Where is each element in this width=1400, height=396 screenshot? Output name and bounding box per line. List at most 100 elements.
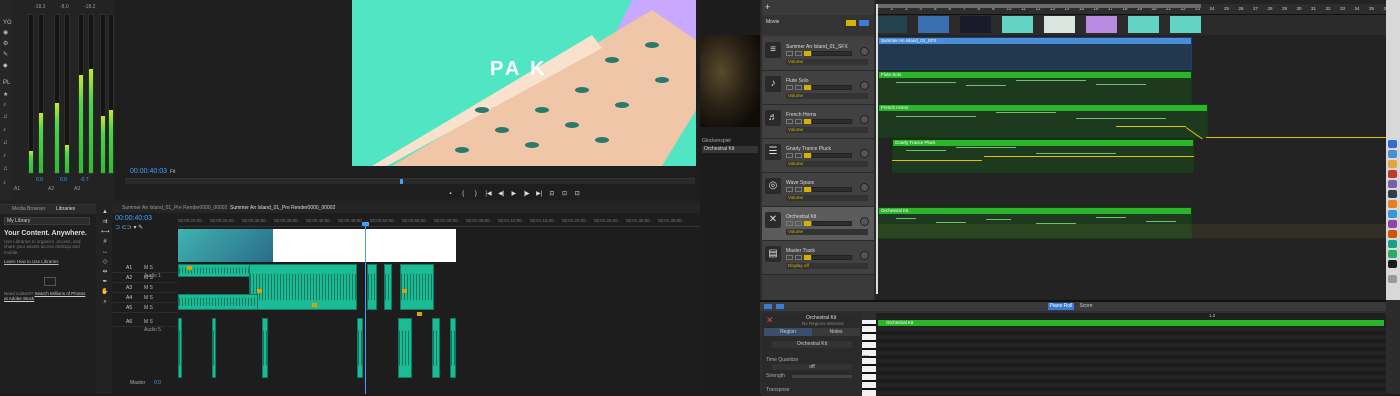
automation-select[interactable]: Volume: [786, 127, 868, 133]
mute-button[interactable]: [786, 221, 793, 226]
mute-button[interactable]: [786, 153, 793, 158]
audio-track-header[interactable]: A5 M S: [112, 304, 178, 313]
track-select-icon[interactable]: ⇉: [101, 218, 109, 226]
add-marker-icon[interactable]: ▾: [133, 225, 136, 231]
midi-note[interactable]: [1096, 217, 1126, 218]
volume-fader[interactable]: [812, 119, 852, 124]
midi-note[interactable]: [966, 85, 1006, 86]
region-horns[interactable]: French Horns: [878, 104, 1208, 138]
audio-clip[interactable]: [432, 318, 440, 378]
automation-select[interactable]: Volume: [786, 93, 868, 99]
go-to-in-button[interactable]: |◀: [484, 190, 493, 197]
audio-track-header[interactable]: A2 M S: [112, 274, 178, 283]
logic-track-header[interactable]: ♪ Flute Solo Volume: [762, 71, 874, 105]
mute-solo-buttons[interactable]: M S: [144, 275, 153, 281]
library-item-selected[interactable]: Orchestral Kit: [702, 146, 758, 153]
dock-app-icon[interactable]: [1388, 200, 1397, 208]
pan-knob[interactable]: [860, 47, 869, 56]
movie-menu-icon[interactable]: [859, 20, 869, 26]
mark-out-button[interactable]: }: [471, 191, 480, 197]
audio-track-header[interactable]: A6 M S Audio 5: [112, 318, 178, 333]
pen-icon[interactable]: ✒: [101, 278, 109, 286]
strength-slider[interactable]: [792, 375, 852, 378]
slip-icon[interactable]: ⇹: [101, 268, 109, 276]
automation-select[interactable]: Display off: [786, 263, 868, 269]
audio-clip[interactable]: [249, 264, 357, 310]
logic-track-header[interactable]: ◎ Wave Space Volume: [762, 173, 874, 207]
volume-fader[interactable]: [812, 85, 852, 90]
audio-clip[interactable]: [178, 294, 258, 310]
mute-button[interactable]: [786, 85, 793, 90]
midi-note[interactable]: [1076, 118, 1166, 119]
audio-clip[interactable]: [212, 318, 216, 378]
read-button[interactable]: [804, 119, 811, 124]
settings-icon[interactable]: ⚙: [3, 41, 9, 47]
audio-clip[interactable]: [178, 318, 182, 378]
program-scrub-bar[interactable]: [125, 178, 695, 184]
mute-solo-buttons[interactable]: M S: [144, 319, 153, 325]
audio-track-header[interactable]: A1 M S Audio 1: [112, 264, 178, 279]
marker-button[interactable]: ▪: [446, 191, 455, 197]
mute-solo-buttons[interactable]: M S: [144, 295, 153, 301]
go-to-out-button[interactable]: ▶|: [535, 190, 544, 197]
step-forward-button[interactable]: |▶: [522, 190, 531, 197]
solo-button[interactable]: [795, 255, 802, 260]
automation-line[interactable]: [892, 160, 982, 161]
video-clip-thumbnail[interactable]: [178, 229, 273, 262]
pan-knob[interactable]: [860, 183, 869, 192]
tab-notes[interactable]: Notes: [812, 328, 860, 336]
marker-icon[interactable]: ◆: [3, 63, 9, 69]
timeline-playhead-handle[interactable]: [362, 222, 369, 226]
volume-fader[interactable]: [812, 153, 852, 158]
audio-clip[interactable]: [398, 318, 412, 378]
music-note-icon[interactable]: ♪: [3, 127, 9, 133]
dock-app-icon[interactable]: [1388, 180, 1397, 188]
dock-app-icon[interactable]: [1388, 160, 1397, 168]
tab-media-browser[interactable]: Media Browser: [12, 206, 45, 212]
timeline-playhead-line[interactable]: [365, 223, 366, 394]
mute-button[interactable]: [786, 119, 793, 124]
tool-icon[interactable]: ✎: [3, 52, 9, 58]
audio-clip[interactable]: [262, 318, 268, 378]
music-note-icon[interactable]: ♫: [3, 114, 9, 120]
volume-fader[interactable]: [812, 221, 852, 226]
step-back-button[interactable]: ◀|: [497, 190, 506, 197]
rate-stretch-icon[interactable]: ↔: [101, 248, 109, 256]
midi-note[interactable]: [936, 222, 966, 223]
tab-score[interactable]: Score: [1076, 303, 1096, 310]
read-button[interactable]: [804, 85, 811, 90]
timeline-tab-active[interactable]: Summer An Island_01_Pre Render0000_00002: [230, 205, 335, 211]
arrange-playhead[interactable]: [876, 4, 878, 294]
music-note-icon[interactable]: ♫: [3, 166, 9, 172]
extract-button[interactable]: ⊡: [560, 190, 569, 197]
pan-knob[interactable]: [860, 149, 869, 158]
learn-libraries-link[interactable]: Learn How to Use Libraries: [4, 259, 59, 264]
read-button[interactable]: [804, 153, 811, 158]
solo-button[interactable]: [795, 187, 802, 192]
dock-app-icon[interactable]: [1388, 190, 1397, 198]
music-note-icon[interactable]: ♫: [3, 140, 9, 146]
snap-icon[interactable]: ⊐: [115, 225, 120, 231]
logic-track-header[interactable]: ✕ Orchestral Kit Volume: [762, 207, 874, 241]
music-note-icon[interactable]: ♪: [3, 180, 9, 186]
midi-note[interactable]: [986, 219, 1011, 220]
solo-button[interactable]: [795, 221, 802, 226]
dock-app-icon[interactable]: [1388, 230, 1397, 238]
play-button[interactable]: ▶: [509, 190, 518, 197]
ripple-edit-icon[interactable]: ⟷: [101, 228, 110, 236]
piano-roll-grid[interactable]: 1.2 Orchestral Kit: [876, 313, 1386, 396]
logic-track-header[interactable]: ♬ French Horns Volume: [762, 105, 874, 139]
volume-fader[interactable]: [812, 187, 852, 192]
audio-clip[interactable]: [384, 264, 392, 310]
read-button[interactable]: [804, 255, 811, 260]
solo-button[interactable]: [795, 85, 802, 90]
automation-line[interactable]: [984, 156, 1194, 157]
pan-knob[interactable]: [860, 251, 869, 260]
read-button[interactable]: [804, 51, 811, 56]
automation-select[interactable]: Volume: [786, 161, 868, 167]
region-name-field[interactable]: Orchestral Kit: [772, 341, 852, 348]
zoom-icon[interactable]: ⌕: [101, 298, 109, 306]
mute-solo-buttons[interactable]: M S: [144, 265, 153, 271]
midi-note[interactable]: [896, 218, 916, 219]
movie-frame-icon[interactable]: [846, 20, 856, 26]
